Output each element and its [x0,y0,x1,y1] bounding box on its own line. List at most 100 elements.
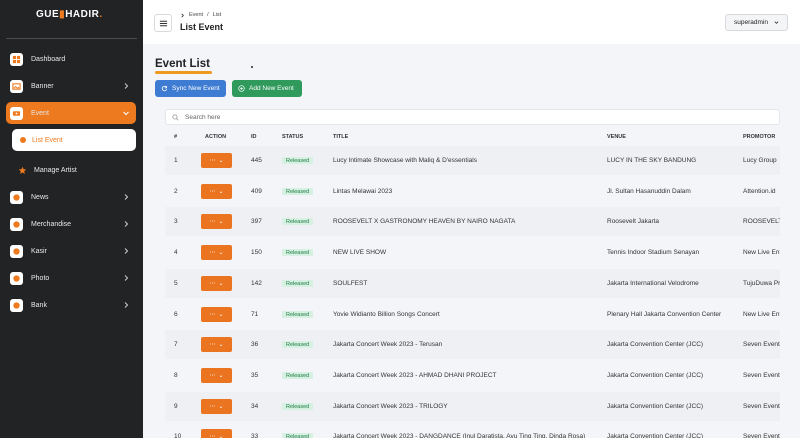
row-action-button[interactable]: ⋯ ⌄ [201,153,232,168]
cell-venue: Plenary Hall Jakarta Convention Center [607,310,722,318]
chevron-down-icon [774,21,779,24]
more-icon: ⋯ [209,280,216,287]
row-action-button[interactable]: ⋯ ⌄ [201,367,232,383]
table-row[interactable]: 10 ⋯ ⌄ 33 Released Jakarta Concert Week 2023 … [165,422,780,438]
column-header-action[interactable]: ACTION [205,134,226,140]
chevron-right-icon [124,83,129,89]
table-row[interactable]: 9 ⋯ ⌄ 34 Released Jakarta Concert Week 2023 -… [165,391,780,421]
cell-title: Jakarta Concert Week 2023 - TRILOGY [333,402,448,410]
column-header-title[interactable]: TITLE [333,134,598,140]
title-underline [155,71,212,74]
cell-number: 8 [174,371,178,379]
status-badge: Released [282,218,314,226]
chevron-right-icon [124,194,129,200]
cell-number: 2 [174,187,178,195]
row-action-button[interactable]: ⋯ ⌄ [201,214,232,230]
decor-dot [251,66,253,68]
cell-id: 445 [251,157,262,164]
cell-id: 409 [251,187,262,195]
status-badge: Released [282,433,314,438]
status-badge: Released [282,249,314,257]
cell-number: 3 [174,218,178,226]
cell-id: 71 [251,310,259,318]
section-title: Event List [155,58,210,70]
user-menu-button[interactable]: superadmin [725,14,788,31]
topbar: Event / List List Event superadmin [143,0,800,44]
cell-promotor: Seven Event [743,341,780,349]
search-input[interactable]: Search here [165,109,780,125]
cashier-icon [10,244,23,258]
sidebar-item-photo[interactable]: Photo [6,267,136,289]
sidebar-subitem-label: Manage Artist [34,166,77,174]
cell-venue: Tennis Indoor Stadium Senayan [607,249,700,257]
table-row[interactable]: 4 ⋯ ⌄ 150 Released NEW LIVE SHOW Tennis Indoor… [165,238,780,267]
cell-action: ⋯ ⌄ [201,337,232,353]
table-row[interactable]: 6 ⋯ ⌄ 71 Released Yovie Widianto Billion Song… [165,300,780,329]
column-header-venue[interactable]: VENUE [607,134,737,140]
cell-action: ⋯ ⌄ [201,214,232,230]
sidebar-subitem-manage-artist[interactable]: Manage Artist [12,159,136,181]
chevron-down-icon: ⌄ [218,250,224,257]
row-action-button[interactable]: ⋯ ⌄ [201,306,232,322]
sidebar-item-bank[interactable]: Bank [6,294,136,316]
sidebar-item-event[interactable]: Event [6,102,136,124]
sidebar-item-label: Photo [31,274,50,282]
cell-status: Released [282,249,314,257]
row-action-button[interactable]: ⋯ ⌄ [201,183,232,199]
cell-promotor: TujuDuwa Pro [743,279,780,287]
add-new-event-button[interactable]: Add New Event [232,80,302,97]
row-action-button[interactable]: ⋯ ⌄ [201,429,232,438]
sidebar-divider [6,38,137,39]
table-row[interactable]: 2 ⋯ ⌄ 409 Released Lintas Melawai 2023 Jl. Sul… [165,177,780,206]
sidebar-subitem-list-event[interactable]: List Event [12,129,136,151]
more-icon: ⋯ [209,434,216,438]
cell-number: 10 [174,433,182,438]
more-icon: ⋯ [209,158,216,164]
sidebar-item-news[interactable]: News [6,186,136,208]
sidebar-item-dashboard[interactable]: Dashboard [6,48,136,70]
sync-new-event-button[interactable]: Sync New Event [155,80,226,97]
column-header-number[interactable]: # [174,134,177,140]
cell-title: Yovie Widianto Billion Songs Concert [333,310,440,318]
status-badge: Released [282,310,314,318]
cell-venue: Jl. Sultan Hasanuddin Dalam [607,187,691,195]
table-row[interactable]: 1 ⋯ ⌄ 445 Released Lucy Intimate Showcase wit… [165,146,780,175]
chevron-down-icon: ⌄ [218,219,224,226]
table-row[interactable]: 8 ⋯ ⌄ 35 Released Jakarta Concert Week 2023 -… [165,361,780,390]
table-row[interactable]: 5 ⋯ ⌄ 142 Released SOULFEST Jakarta Internatio… [165,268,780,298]
cell-id: 36 [251,341,259,349]
cell-number: 4 [174,249,178,257]
sidebar-item-label: Dashboard [31,55,66,63]
row-action-button[interactable]: ⋯ ⌄ [201,245,232,261]
row-action-button[interactable]: ⋯ ⌄ [201,398,232,414]
cell-promotor: New Live Ent [743,310,780,318]
sidebar-item-kasir[interactable]: Kasir [6,240,136,262]
cell-status: Released [282,279,314,287]
table-row[interactable]: 3 ⋯ ⌄ 397 Released ROOSEVELT X GASTRONOMY HEA… [165,207,780,237]
cell-action: ⋯ ⌄ [201,367,232,383]
column-header-status[interactable]: STATUS [282,134,303,140]
chevron-right-icon [124,248,129,254]
breadcrumb-separator: / [207,12,209,18]
table-row[interactable]: 7 ⋯ ⌄ 36 Released Jakarta Concert Week 2023 -… [165,330,780,360]
breadcrumb-event[interactable]: Event [189,12,203,18]
cell-venue: Roosevelt Jakarta [607,218,660,226]
photo-icon [10,271,23,285]
column-header-id[interactable]: ID [251,134,257,140]
cell-action: ⋯ ⌄ [201,245,232,261]
bag-icon [10,217,23,231]
column-header-promotor[interactable]: PROMOTOR [743,134,780,140]
sidebar-item-merchandise[interactable]: Merchandise [6,213,136,235]
chevron-down-icon: ⌄ [218,280,224,287]
star-icon [18,166,27,174]
cell-title: Jakarta Concert Week 2023 - Terusan [333,341,443,349]
row-action-button[interactable]: ⋯ ⌄ [201,337,232,353]
sidebar-item-banner[interactable]: Banner [6,75,136,97]
cell-venue: Jakarta Convention Center (JCC) [607,341,704,349]
cell-title: Jakarta Concert Week 2023 - AHMAD DHANI … [333,371,497,379]
status-badge: Released [282,341,314,349]
menu-toggle-button[interactable] [154,14,172,32]
row-action-button[interactable]: ⋯ ⌄ [201,275,232,291]
app-logo[interactable]: GUE▮HADIR. [36,9,103,20]
more-icon: ⋯ [209,311,216,318]
